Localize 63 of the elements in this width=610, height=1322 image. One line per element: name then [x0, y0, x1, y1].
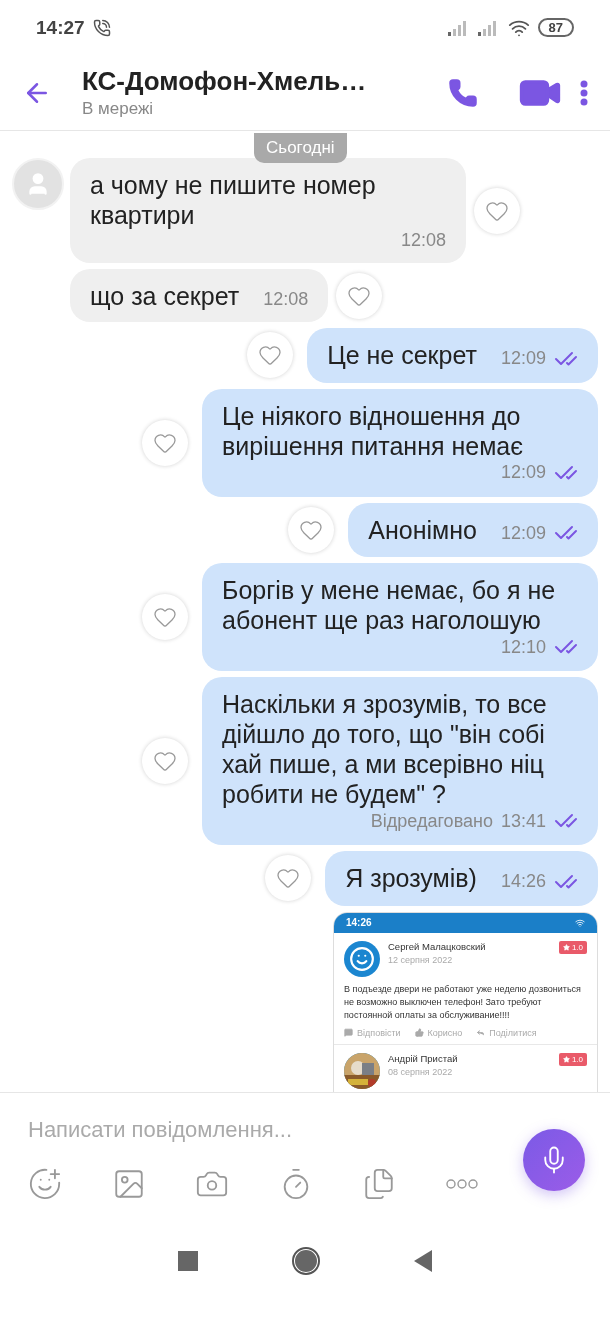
action-icon	[476, 1028, 486, 1037]
heart-icon	[276, 866, 301, 891]
message-text: що за секрет	[90, 281, 240, 311]
more-vertical-icon	[580, 79, 588, 106]
message-text: Анонімно	[368, 514, 477, 545]
smile-plus-icon	[28, 1167, 62, 1201]
message-time: 12:10	[500, 636, 546, 658]
like-button[interactable]	[474, 187, 520, 234]
back-nav-button[interactable]	[414, 1250, 432, 1272]
status-time: 14:27	[36, 16, 85, 39]
heart-icon	[258, 343, 283, 368]
message-time: 12:08	[400, 230, 446, 251]
more-options-button[interactable]	[580, 79, 588, 106]
action-icon	[414, 1028, 424, 1037]
call-button[interactable]	[448, 77, 478, 108]
message-text: Я зрозумів)	[345, 863, 477, 893]
message-text: Наскільки я зрозумів, то все дійшло до того, що "він собі хай пише, а ми всерівно ніц робити не будем" ?	[222, 689, 548, 809]
wifi-icon	[575, 917, 585, 928]
message-time: 13:41	[500, 810, 546, 832]
star-icon	[562, 943, 570, 951]
like-button[interactable]	[142, 738, 188, 784]
message-time: 14:26	[500, 871, 546, 892]
sticker-button[interactable]	[28, 1167, 62, 1201]
rating-badge: 1.0	[558, 1052, 587, 1066]
message-time: 12:08	[263, 289, 309, 310]
review-date: 12 серпня 2022	[388, 954, 454, 965]
message-time: 12:09	[500, 462, 546, 483]
like-button[interactable]	[247, 332, 294, 379]
home-button[interactable]	[292, 1247, 320, 1275]
like-button[interactable]	[265, 855, 312, 902]
reviewer-name: Сергей Малацковский	[388, 940, 487, 952]
review-action-link[interactable]: Відповісти	[344, 1027, 401, 1038]
like-button[interactable]	[336, 272, 383, 319]
like-button[interactable]	[142, 594, 188, 640]
message-time: 12:09	[500, 348, 546, 369]
phone-icon	[448, 77, 478, 108]
like-button[interactable]	[288, 506, 335, 553]
message-text: а чому не пишите номер квартири	[90, 170, 377, 230]
voice-message-button[interactable]	[523, 1129, 585, 1191]
reviewer-name: Андрій Пристай	[388, 1052, 459, 1064]
like-button[interactable]	[142, 419, 188, 466]
message-text: Це ніякого відношення до вирішення питання немає	[222, 400, 524, 461]
ellipsis-icon	[445, 1179, 478, 1189]
screenshot-image[interactable]	[333, 911, 598, 1092]
chat-title: КС-Домофон-Хмель…	[82, 66, 368, 97]
review-date: 08 серпня 2022	[388, 1066, 454, 1077]
status-time: 14:26	[346, 917, 372, 928]
battery-level: 87	[537, 18, 574, 37]
star-icon	[562, 1055, 570, 1063]
heart-icon	[153, 605, 177, 629]
review-action-link[interactable]: Поділитися	[476, 1027, 537, 1038]
message-text: Це не секрет	[327, 340, 477, 370]
action-icon	[344, 1028, 353, 1037]
heart-icon	[153, 749, 177, 773]
message-time: 12:09	[500, 522, 546, 544]
review-action-link[interactable]: Корисно	[414, 1027, 463, 1038]
phone-call-icon	[92, 18, 111, 37]
review-text: В подъезде двери не работают уже неделю дозвониться не возможно выключен телефон! Зато требуют постоянной оплаты за обслуживание!!!!	[344, 982, 582, 1022]
online-status: В мережі	[82, 99, 155, 119]
message-input[interactable]: Написати повідомлення...	[28, 1093, 488, 1167]
rating-badge: 1.0	[558, 940, 587, 954]
message-text: Боргів у мене немає, бо я не абонент ще раз наголошую	[222, 575, 557, 635]
edited-label: Відредаговано	[370, 810, 493, 832]
